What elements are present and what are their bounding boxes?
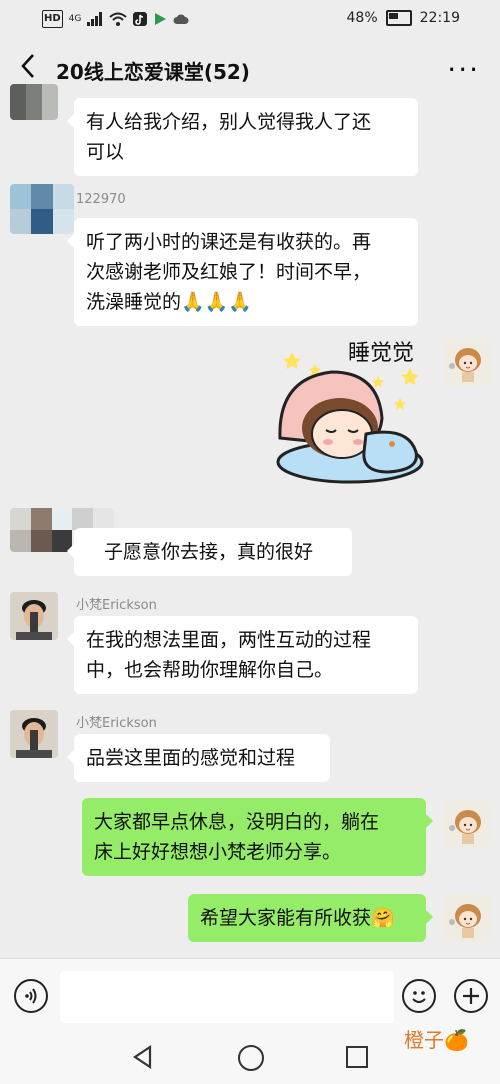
cloud-icon	[173, 14, 189, 24]
back-button[interactable]	[12, 52, 44, 88]
wifi-icon	[109, 12, 128, 26]
message-bubble[interactable]: 在我的想法里面，两性互动的过程 中，也会帮助你理解你自己。	[67, 616, 418, 694]
message-input[interactable]	[60, 971, 394, 1023]
nav-home-icon[interactable]	[238, 1045, 264, 1071]
message-bubble[interactable]: 有人给我介绍，别人觉得我人了还 可以	[67, 98, 418, 176]
message-line: 可以	[86, 141, 125, 163]
plus-button[interactable]	[454, 979, 488, 1013]
page-title: 20线上恋爱课堂(52)	[56, 60, 250, 84]
status-bar: HD 4G 48% 22:19	[0, 0, 500, 38]
sender-name: 122970	[76, 192, 126, 207]
more-icon: ···	[447, 53, 480, 86]
nav-back-icon[interactable]	[130, 1044, 156, 1070]
voice-button[interactable]	[14, 979, 48, 1013]
signal-icon	[87, 12, 103, 26]
emoji-icon	[412, 991, 426, 1003]
message-bubble[interactable]: 品尝这里面的感觉和过程	[67, 734, 330, 782]
self-avatar[interactable]	[442, 338, 490, 386]
message-bubble[interactable]: 希望大家能有所收获🤗	[188, 894, 433, 942]
sleep-sticker[interactable]: 睡觉觉	[270, 330, 440, 490]
self-avatar[interactable]	[442, 894, 490, 942]
emoji-button[interactable]	[402, 979, 436, 1013]
status-right: 48% 22:19	[347, 10, 460, 26]
avatar[interactable]	[10, 184, 74, 234]
message-line: 床上好好想想小梵老师分享。	[94, 841, 342, 863]
message-line: 在我的想法里面，两性互动的过程	[86, 629, 372, 651]
avatar[interactable]	[10, 84, 58, 120]
sticker-text: 睡觉觉	[348, 341, 414, 366]
battery-icon	[385, 10, 412, 26]
play-icon	[155, 13, 167, 25]
watermark: 橙子🍊	[404, 1028, 469, 1052]
sleeping-girl-icon: 睡觉觉	[276, 341, 424, 484]
message-bubble[interactable]: 听了两小时的课还是有收获的。再 次感谢老师及红娘了！时间不早， 洗澡睡觉的🙏🙏🙏	[67, 218, 418, 326]
chevron-left-icon	[21, 54, 34, 78]
message-line: 子愿意你去接，真的很好	[104, 541, 314, 563]
message-line: 次感谢老师及红娘了！时间不早，	[86, 261, 372, 283]
girl-avatar-icon	[442, 338, 490, 386]
network-icon: 4G	[68, 14, 82, 24]
chat-header: 20线上恋爱课堂(52) ···	[0, 44, 500, 98]
message-bubble[interactable]: 大家都早点休息，没明白的，躺在 床上好好想想小梵老师分享。	[82, 798, 433, 876]
sender-name: 小梵Erickson	[76, 598, 157, 613]
girl-avatar-icon	[442, 800, 490, 848]
avatar[interactable]	[10, 710, 58, 758]
sender-name: 小梵Erickson	[76, 716, 157, 731]
man-avatar-icon	[10, 710, 58, 758]
girl-avatar-icon	[442, 894, 490, 942]
battery-percent: 48%	[346, 10, 378, 26]
message-line: 听了两小时的课还是有收获的。再	[86, 231, 372, 253]
message-line: 品尝这里面的感觉和过程	[86, 747, 296, 769]
chat-screen: HD 4G 48% 22:19 20线上恋爱课堂(52) ··· 有人给我介绍，…	[0, 0, 500, 1084]
message-line: 希望大家能有所收获🤗	[200, 907, 395, 929]
self-avatar[interactable]	[442, 800, 490, 848]
man-avatar-icon	[10, 592, 58, 640]
more-button[interactable]: ···	[447, 50, 480, 90]
message-line: 中，也会帮助你理解你自己。	[86, 659, 334, 681]
message-line: 洗澡睡觉的🙏🙏🙏	[86, 291, 252, 313]
nav-recent-icon[interactable]	[346, 1046, 368, 1068]
hd-icon: HD	[42, 10, 63, 28]
message-line: 有人给我介绍，别人觉得我人了还	[86, 111, 372, 133]
tiktok-icon	[133, 12, 148, 26]
message-line: 大家都早点休息，没明白的，躺在	[94, 811, 380, 833]
voice-icon	[25, 988, 37, 1004]
avatar[interactable]	[10, 592, 58, 640]
status-left-icons: HD 4G	[42, 10, 189, 28]
message-bubble[interactable]: 子愿意你去接，真的很好	[67, 528, 352, 576]
plus-icon	[463, 988, 479, 1004]
clock: 22:19	[419, 10, 460, 26]
